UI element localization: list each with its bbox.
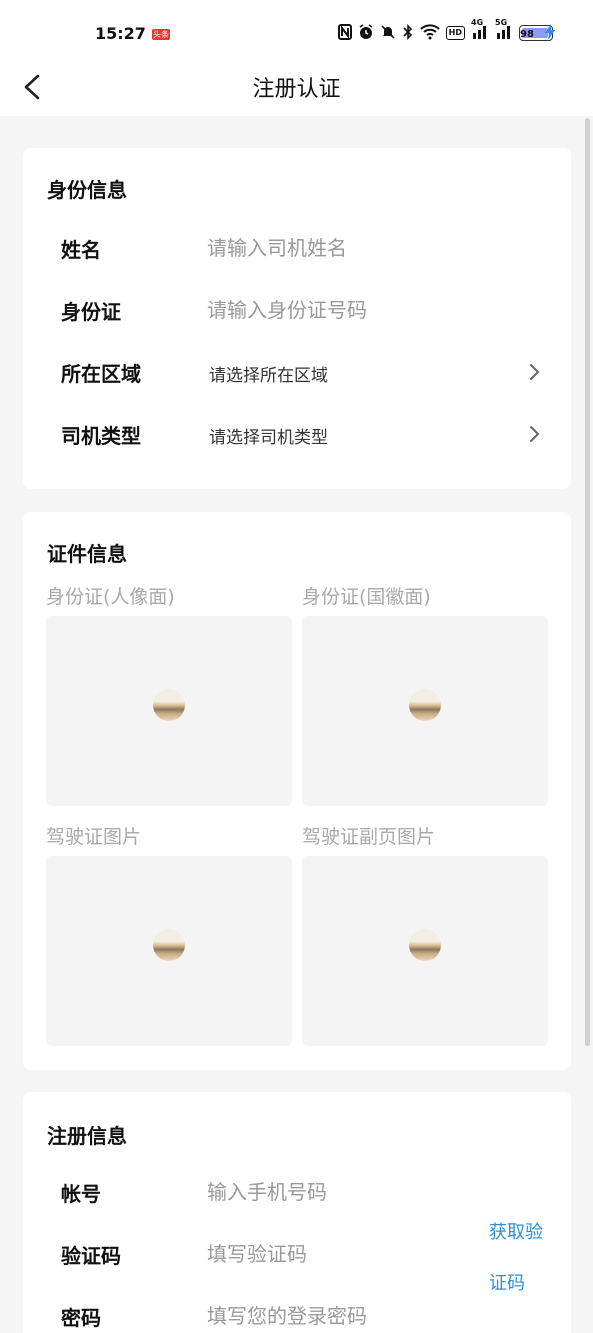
- upload-label: 驾驶证副页图片: [302, 826, 436, 848]
- password-row: 密码: [23, 1294, 571, 1333]
- idcard-row: 身份证: [23, 288, 571, 332]
- idcard-input[interactable]: [207, 294, 507, 326]
- wifi-icon: [419, 23, 440, 43]
- password-label: 密码: [61, 1306, 101, 1330]
- scrollbar[interactable]: [585, 118, 590, 1046]
- register-section-title: 注册信息: [47, 1124, 127, 1148]
- network-5g-label: 5G: [495, 17, 508, 27]
- alarm-icon: [358, 23, 374, 43]
- documents-section-title: 证件信息: [47, 542, 127, 566]
- region-select[interactable]: 请选择所在区域: [209, 361, 328, 386]
- code-label: 验证码: [61, 1244, 121, 1268]
- upload-label: 身份证(国徽面): [302, 586, 431, 608]
- account-row: 帐号: [23, 1170, 571, 1214]
- status-icons: HD 4G 5G 98: [337, 18, 553, 44]
- battery-level: 98: [520, 29, 534, 40]
- image-placeholder-icon: [153, 689, 185, 721]
- driver-type-select[interactable]: 请选择司机类型: [209, 423, 328, 448]
- driver-type-label: 司机类型: [61, 424, 141, 448]
- upload-label: 驾驶证图片: [46, 826, 142, 848]
- image-placeholder-icon: [409, 689, 441, 721]
- driver-license-secondary-upload[interactable]: [302, 856, 548, 1046]
- driver-type-row[interactable]: 司机类型 请选择司机类型: [23, 412, 571, 456]
- region-label: 所在区域: [61, 362, 141, 386]
- mute-icon: [380, 24, 396, 43]
- name-row: 姓名: [23, 226, 571, 270]
- name-label: 姓名: [61, 238, 101, 262]
- status-bar: 15:27 头条 HD 4G 5G 98: [0, 0, 593, 60]
- news-badge: 头条: [152, 29, 170, 40]
- documents-card: 证件信息 身份证(人像面) 身份证(国徽面) 驾驶证图片 驾驶证副页图片: [23, 512, 571, 1070]
- chevron-right-icon: [530, 426, 540, 442]
- network-4g-label: 4G: [471, 17, 484, 27]
- get-code-label-line2: 证码: [489, 1273, 525, 1294]
- identity-info-card: 身份信息 姓名 身份证 所在区域 请选择所在区域 司机类型 请选择司机类型: [23, 148, 571, 489]
- signal-icon: 4G: [471, 18, 489, 43]
- get-code-button[interactable]: 获取验 证码: [489, 1218, 543, 1295]
- nfc-icon: [337, 23, 352, 43]
- identity-section-title: 身份信息: [47, 178, 127, 202]
- phone-input[interactable]: [207, 1176, 507, 1208]
- status-time: 15:27: [95, 24, 146, 43]
- bluetooth-icon: [402, 23, 414, 43]
- charging-icon: [545, 24, 555, 44]
- upload-label: 身份证(人像面): [46, 586, 175, 608]
- image-placeholder-icon: [153, 929, 185, 961]
- driver-license-upload[interactable]: [46, 856, 292, 1046]
- verification-code-input[interactable]: [207, 1238, 467, 1270]
- get-code-label-line1: 获取验: [489, 1222, 543, 1243]
- nav-bar: 注册认证: [0, 60, 593, 116]
- region-row[interactable]: 所在区域 请选择所在区域: [23, 350, 571, 394]
- name-input[interactable]: [207, 232, 507, 264]
- page-title: 注册认证: [252, 77, 341, 102]
- id-back-upload[interactable]: [302, 616, 548, 806]
- hd-icon: HD: [445, 26, 465, 40]
- idcard-label: 身份证: [61, 300, 121, 324]
- register-info-card: 注册信息 帐号 验证码 获取验 证码 密码: [23, 1092, 571, 1333]
- id-front-upload[interactable]: [46, 616, 292, 806]
- image-placeholder-icon: [409, 929, 441, 961]
- password-input[interactable]: [207, 1300, 507, 1332]
- chevron-right-icon: [530, 364, 540, 380]
- account-label: 帐号: [61, 1182, 101, 1206]
- signal-5g-icon: 5G: [495, 18, 513, 43]
